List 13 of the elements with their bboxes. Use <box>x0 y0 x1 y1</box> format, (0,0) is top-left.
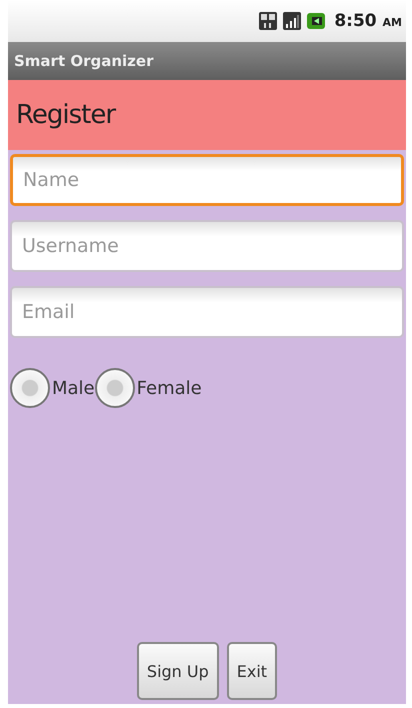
radio-option[interactable]: Female <box>94 368 202 408</box>
network-3g-icon <box>258 11 278 31</box>
form-button[interactable]: Sign Up <box>136 642 219 700</box>
battery-icon <box>306 11 326 31</box>
input-field[interactable]: Username <box>10 220 404 272</box>
radio-option[interactable]: Male <box>10 368 95 408</box>
input-field[interactable]: Email <box>10 286 404 338</box>
input-field[interactable]: Name <box>10 154 404 206</box>
clock-text: 8:50 AM <box>334 11 402 31</box>
window-title: Smart Organizer <box>14 52 154 70</box>
page-title: Register <box>16 100 116 130</box>
form-button[interactable]: Exit <box>226 642 278 700</box>
signal-icon <box>282 11 302 31</box>
